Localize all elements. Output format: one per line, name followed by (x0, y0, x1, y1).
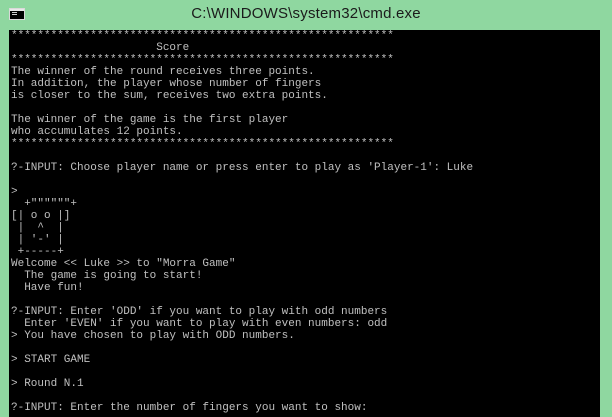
console-line: ****************************************… (11, 138, 394, 150)
console-line: > START GAME (11, 354, 91, 366)
window-title: C:\WINDOWS\system32\cmd.exe (191, 5, 421, 22)
title-bar[interactable]: C:\WINDOWS\system32\cmd.exe (0, 0, 612, 30)
console-line: | '-' | (11, 234, 64, 246)
console-lines: ****************************************… (11, 30, 473, 414)
console-line: ****************************************… (11, 30, 394, 42)
console-line: | ^ | (11, 222, 64, 234)
console-line: who accumulates 12 points. (11, 126, 183, 138)
console-line: [| o o |] (11, 210, 71, 222)
cmd-window: C:\WINDOWS\system32\cmd.exe ************… (0, 0, 612, 417)
console-output[interactable]: ****************************************… (9, 30, 600, 417)
console-line: > You have chosen to play with ODD numbe… (11, 330, 295, 342)
console-line: > (11, 186, 18, 198)
console-line: The winner of the game is the first play… (11, 114, 289, 126)
console-line: > Round N.1 (11, 378, 84, 390)
console-line: Enter 'EVEN' if you want to play with ev… (11, 318, 388, 330)
console-line: is closer to the sum, receives two extra… (11, 90, 328, 102)
console-line: In addition, the player whose number of … (11, 78, 322, 90)
console-line: Welcome << Luke >> to "Morra Game" (11, 258, 236, 270)
window-frame-left (0, 30, 9, 417)
console-line: Score (11, 42, 190, 54)
console-line: +""""""+ (11, 198, 78, 210)
console-line: Have fun! (11, 282, 84, 294)
console-line: The winner of the round receives three p… (11, 66, 315, 78)
console-line: ****************************************… (11, 54, 394, 66)
console-line: The game is going to start! (11, 270, 203, 282)
console-line: +-----+ (11, 246, 64, 258)
window-frame-right (600, 30, 612, 417)
console-line: ?-INPUT: Choose player name or press ent… (11, 162, 474, 174)
console-line: ?-INPUT: Enter the number of fingers you… (11, 402, 368, 414)
console-line: ?-INPUT: Enter 'ODD' if you want to play… (11, 306, 388, 318)
